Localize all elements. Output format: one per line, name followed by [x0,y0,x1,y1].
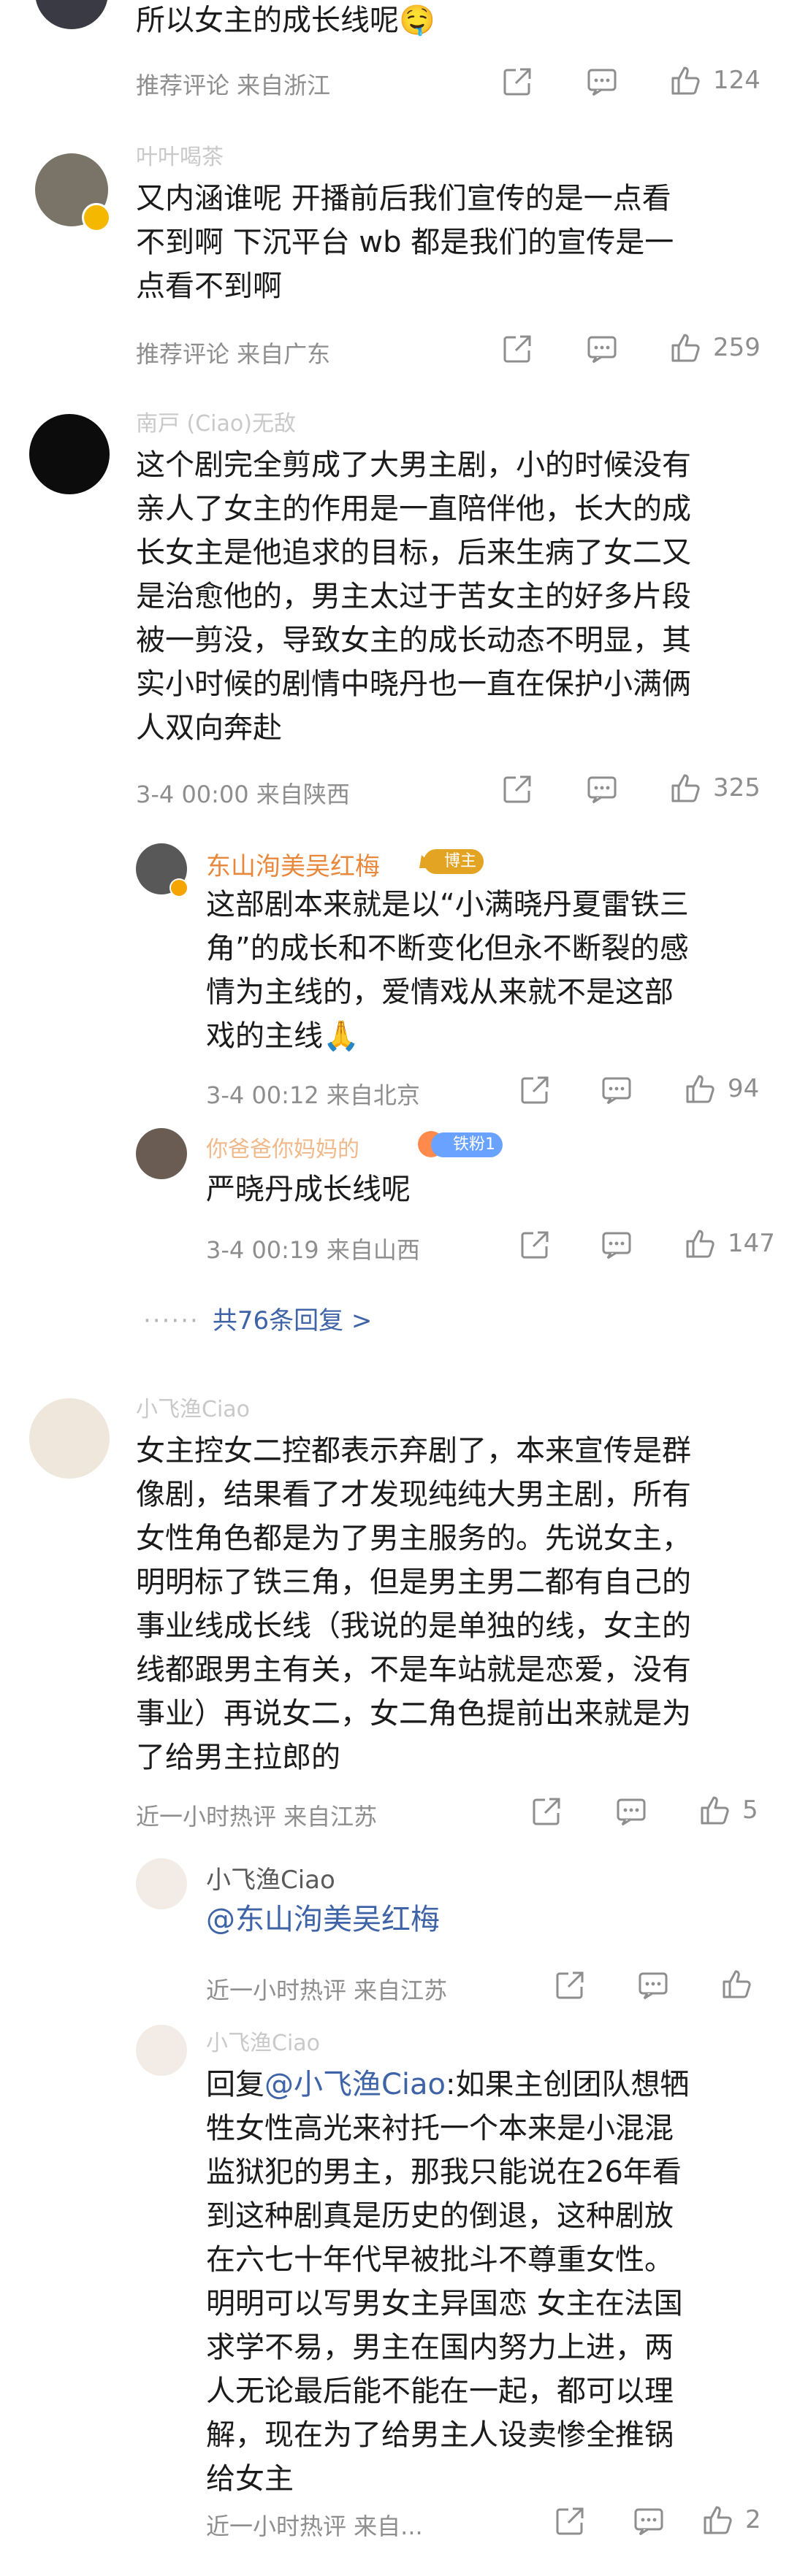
share-icon [533,1798,560,1825]
comment-feed: 所以女主的成长线呢🤤 推荐评论 来自浙江 124 叶叶喝茶 又内涵谁呢 开播前后… [0,0,789,2576]
blogger-badge: 博主 [424,849,484,874]
like-count: 5 [742,1795,758,1825]
share-icon [556,2507,584,2535]
comment-item: 南戸 (Ciao)无敌 这个剧完全剪成了大男主剧，小的时候没有 亲人了女主的作用… [0,405,789,1406]
comment-item: 小飞渔Ciao 女主控女二控都表示弃剧了，本来宣传是群 像剧，结果看了才发现纯纯… [0,1391,789,2574]
mention-link[interactable]: @东山洵美吴红梅 [206,1898,440,1941]
avatar[interactable] [136,1128,187,1179]
comment-icon [587,336,617,364]
like-icon [723,1970,751,1998]
comment-meta: 3-4 00:12 来自北京 [206,1081,420,1109]
like-count: 94 [728,1074,760,1103]
like-icon [686,1230,714,1258]
comment-icon [602,1232,631,1260]
comment-item: 叶叶喝茶 又内涵谁呢 开播前后我们宣传的是一点看 不到啊 下沉平台 wb 都是我… [0,139,789,387]
like-button[interactable]: 2 [701,2504,761,2536]
comment-icon [587,776,617,804]
verified-badge-icon [169,878,188,897]
comment-text: 女主控女二控都表示弃剧了，本来宣传是群 像剧，结果看了才发现纯纯大男主剧，所有 … [136,1434,691,1774]
like-count: 124 [713,66,761,95]
reply-button[interactable] [633,2505,665,2537]
like-count: 325 [713,773,761,802]
username[interactable]: 南戸 (Ciao)无敌 [136,405,296,437]
username[interactable]: 小飞渔Ciao [206,1860,335,1895]
comment-text: 这部剧本来就是以“小满晓丹夏雷铁三 角”的成长和不断变化但永不断裂的感 情为主线… [206,888,689,1053]
reply-button[interactable] [586,333,618,365]
comment-text: 回复@小飞渔Ciao:如果主创团队想牺 牲女性高光来衬托一个本来是小混混 监狱犯… [206,2063,761,2501]
comment-icon [602,1077,631,1105]
share-icon [556,1971,584,1999]
avatar[interactable] [29,414,110,494]
share-icon [521,1076,549,1104]
reply-prefix: 回复 [206,2068,264,2101]
more-replies-label: 共76条回复 > [212,1306,373,1335]
like-count: 147 [728,1229,775,1258]
like-button[interactable]: 147 [684,1227,775,1260]
like-icon [671,66,700,95]
comment-icon [617,1798,646,1826]
share-button[interactable] [519,1229,551,1261]
username[interactable]: 小飞渔Ciao [136,1391,250,1423]
comment-icon [587,69,617,96]
username[interactable]: 叶叶喝茶 [136,139,224,171]
comment-meta: 近一小时热评 来自江苏 [206,1977,448,2004]
like-button[interactable]: 124 [669,64,761,96]
share-button[interactable] [530,1795,563,1828]
username[interactable]: 你爸爸你妈妈的 [206,1131,359,1163]
share-button[interactable] [519,1074,551,1106]
comment-item: 所以女主的成长线呢🤤 推荐评论 来自浙江 124 [0,0,789,124]
like-icon [671,334,700,362]
reply-button[interactable] [637,1969,669,2001]
dots-divider: ······ [143,1306,199,1335]
like-count: 259 [713,333,761,362]
more-replies-link[interactable]: ······ 共76条回复 > [143,1300,372,1336]
reply-button[interactable] [586,66,618,98]
share-icon [503,68,531,96]
comment-meta: 3-4 00:00 来自陕西 [136,781,350,808]
comment-text: 严晓丹成长线呢 [206,1173,411,1206]
comment-text: 又内涵谁呢 开播前后我们宣传的是一点看 不到啊 下沉平台 wb 都是我们的宣传是… [136,182,674,303]
share-button[interactable] [554,1969,586,2001]
like-button[interactable] [720,1968,764,2000]
comment-icon [634,2508,663,2536]
like-button[interactable]: 259 [669,331,761,364]
reply-button[interactable] [586,773,618,805]
avatar[interactable] [29,1398,110,1479]
comment-meta: 推荐评论 来自浙江 [136,72,331,99]
share-button[interactable] [501,773,533,805]
like-icon [686,1075,714,1103]
like-icon [704,2506,732,2534]
reply-body: :如果主创团队想牺 牲女性高光来衬托一个本来是小混混 监狱犯的男主，那我只能说在… [206,2068,690,2496]
like-button[interactable]: 94 [684,1073,759,1105]
avatar[interactable] [136,1858,187,1909]
fan-badge: 铁粉1 [431,1132,503,1157]
comment-icon [639,1972,668,2000]
share-icon [503,335,531,363]
share-button[interactable] [501,66,533,98]
like-icon [701,1796,729,1825]
comment-meta: 近一小时热评 来自江苏 [136,1803,378,1831]
like-icon [671,774,700,802]
share-button[interactable] [554,2505,586,2537]
username[interactable]: 东山洵美吴红梅 [206,846,380,882]
reply-button[interactable] [615,1795,647,1828]
avatar[interactable] [136,2025,187,2076]
comment-text: 这个剧完全剪成了大男主剧，小的时候没有 亲人了女主的作用是一直陪伴他，长大的成 … [136,448,691,745]
username[interactable]: 小飞渔Ciao [206,2025,320,2057]
comment-text: 所以女主的成长线呢🤤 [136,4,435,37]
comment-meta: 3-4 00:19 来自山西 [206,1236,420,1264]
like-button[interactable]: 325 [669,772,761,804]
reply-button[interactable] [601,1074,633,1106]
reply-button[interactable] [601,1229,633,1261]
like-count: 2 [745,2505,761,2534]
mention-link[interactable]: @小飞渔Ciao [264,2068,446,2101]
like-button[interactable]: 5 [698,1794,758,1826]
avatar[interactable] [35,0,108,29]
share-icon [503,775,531,803]
comment-meta: 推荐评论 来自广东 [136,340,331,368]
comment-meta: 近一小时热评 来自... [206,2512,423,2540]
share-icon [521,1231,549,1259]
verified-badge-icon [82,203,111,232]
share-button[interactable] [501,333,533,365]
